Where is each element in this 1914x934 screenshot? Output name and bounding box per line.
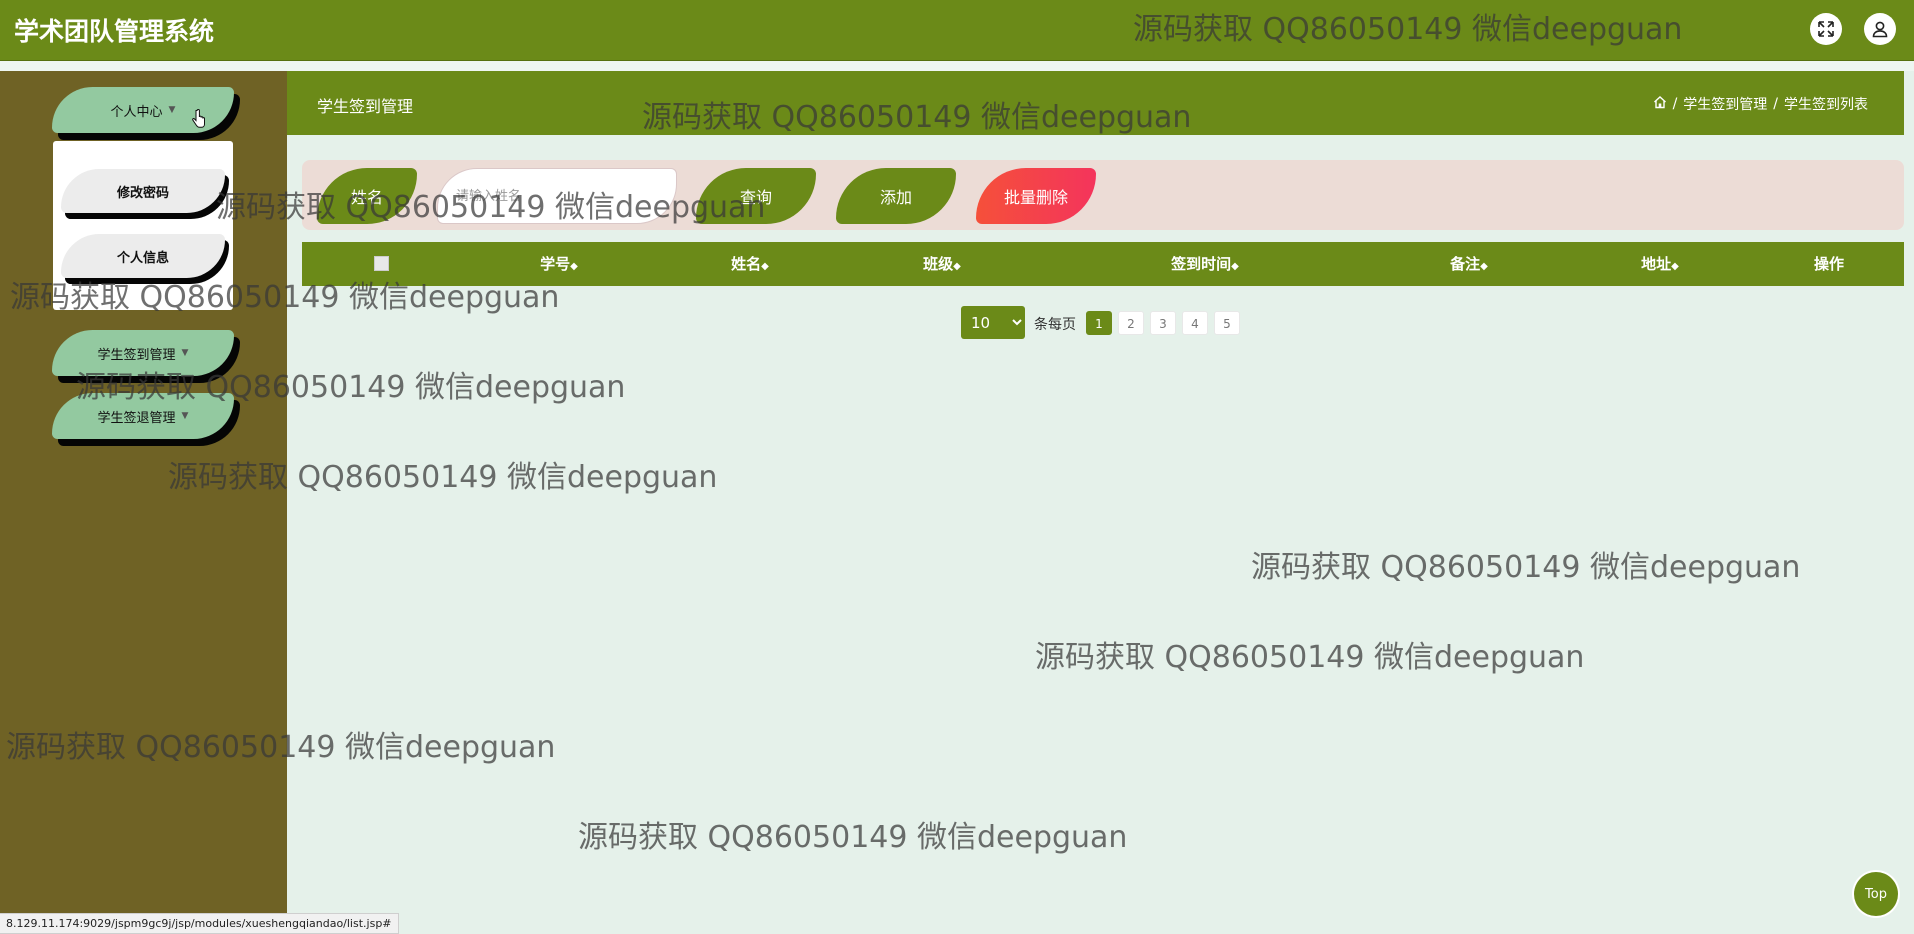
- column-header-checkin-time[interactable]: 签到时间◆: [1171, 242, 1239, 286]
- page-button-1[interactable]: 1: [1086, 311, 1112, 335]
- sort-icon: ◆: [1480, 261, 1488, 272]
- column-header-name[interactable]: 姓名◆: [731, 242, 769, 286]
- user-icon[interactable]: [1864, 13, 1896, 45]
- page-button-5[interactable]: 5: [1214, 311, 1240, 335]
- page-button-3[interactable]: 3: [1150, 311, 1176, 335]
- sidebar-subitem-personal-info[interactable]: 个人信息: [61, 234, 225, 278]
- column-header-label: 签到时间: [1171, 255, 1232, 273]
- column-header-label: 学号: [540, 255, 571, 273]
- sort-icon: ◆: [570, 261, 578, 272]
- sort-icon: ◆: [761, 261, 769, 272]
- column-header-address[interactable]: 地址◆: [1641, 242, 1679, 286]
- page-button-2[interactable]: 2: [1118, 311, 1144, 335]
- sidebar-item-personal-center[interactable]: 个人中心 ▼: [52, 87, 234, 133]
- app-title: 学术团队管理系统: [14, 17, 215, 46]
- watermark-text: 源码获取 QQ86050149 微信deepguan: [1035, 640, 1585, 675]
- caret-down-icon: ▼: [181, 348, 189, 358]
- sort-icon: ◆: [1671, 261, 1679, 272]
- content-header: 学生签到管理 / 学生签到管理 / 学生签到列表: [287, 71, 1904, 135]
- column-header-label: 备注: [1450, 255, 1481, 273]
- breadcrumb-separator: /: [1672, 96, 1678, 112]
- top-navbar: 学术团队管理系统: [0, 0, 1914, 61]
- name-search-input[interactable]: [437, 168, 677, 224]
- sort-icon: ◆: [1231, 261, 1239, 272]
- column-header-label: 班级: [923, 255, 954, 273]
- personal-center-submenu: 修改密码 个人信息: [53, 141, 233, 310]
- page-title: 学生签到管理: [317, 97, 414, 116]
- page-button-4[interactable]: 4: [1182, 311, 1208, 335]
- per-page-label: 条每页: [1034, 317, 1076, 333]
- breadcrumb-item[interactable]: 学生签到管理: [1683, 94, 1767, 114]
- sidebar-item-label: 学生签退管理: [97, 410, 176, 426]
- watermark-text: 源码获取 QQ86050149 微信deepguan: [1251, 550, 1801, 585]
- page-size-select[interactable]: 10: [961, 306, 1025, 339]
- caret-down-icon: ▼: [168, 105, 176, 115]
- select-all-checkbox[interactable]: [374, 256, 389, 271]
- caret-down-icon: ▼: [181, 411, 189, 421]
- table-header: 学号◆ 姓名◆ 班级◆ 签到时间◆ 备注◆ 地址◆ 操作: [302, 242, 1904, 286]
- header-divider: [0, 61, 1914, 71]
- watermark-text: 源码获取 QQ86050149 微信deepguan: [578, 820, 1128, 855]
- column-header-remark[interactable]: 备注◆: [1450, 242, 1488, 286]
- column-header-actions: 操作: [1813, 255, 1845, 273]
- back-to-top-button[interactable]: Top: [1854, 872, 1898, 916]
- sidebar-subitem-change-password[interactable]: 修改密码: [61, 169, 225, 213]
- sidebar-item-label: 学生签到管理: [97, 347, 176, 363]
- expand-icon[interactable]: [1810, 13, 1842, 45]
- home-icon[interactable]: [1653, 95, 1667, 113]
- submenu-item-label: 个人信息: [116, 250, 169, 266]
- sidebar-item-label: 个人中心: [110, 104, 163, 120]
- submenu-item-label: 修改密码: [116, 185, 169, 201]
- breadcrumb: / 学生签到管理 / 学生签到列表: [1653, 94, 1868, 114]
- mouse-cursor-icon: [192, 109, 206, 133]
- breadcrumb-item: 学生签到列表: [1784, 97, 1868, 113]
- column-header-student-id[interactable]: 学号◆: [540, 242, 578, 286]
- breadcrumb-separator: /: [1773, 96, 1778, 112]
- column-header-class[interactable]: 班级◆: [923, 242, 961, 286]
- sort-icon: ◆: [953, 261, 961, 272]
- status-bar-url: 8.129.11.174:9029/jspm9gc9j/jsp/modules/…: [0, 913, 399, 934]
- sidebar-item-student-checkout[interactable]: 学生签退管理 ▼: [52, 393, 234, 439]
- column-header-label: 地址: [1641, 255, 1672, 273]
- sidebar-item-student-checkin[interactable]: 学生签到管理 ▼: [52, 330, 234, 376]
- column-header-label: 姓名: [731, 255, 762, 273]
